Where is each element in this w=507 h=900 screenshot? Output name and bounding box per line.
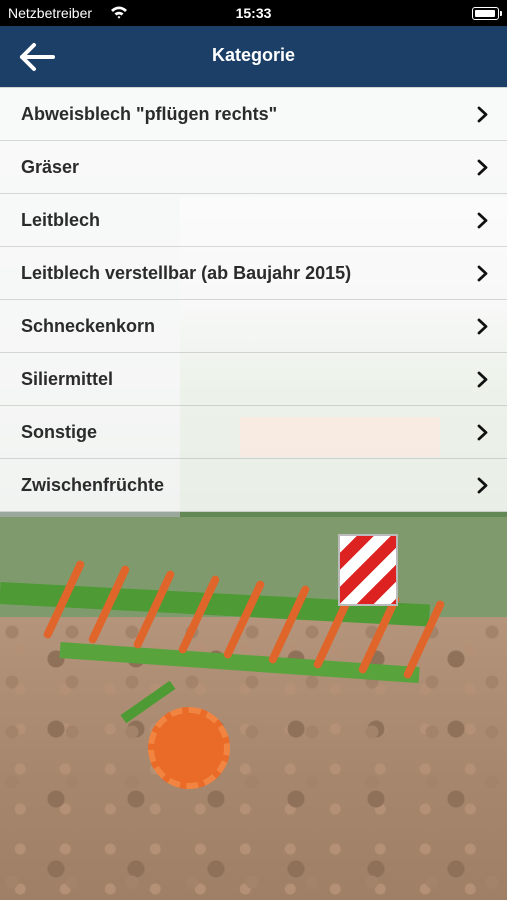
category-row-sonstige[interactable]: Sonstige bbox=[0, 406, 507, 459]
category-label: Siliermittel bbox=[21, 369, 114, 389]
category-label: Leitblech bbox=[21, 210, 101, 230]
category-label: Sonstige bbox=[21, 422, 98, 442]
category-row-siliermittel[interactable]: Siliermittel bbox=[0, 353, 507, 406]
chevron-right-icon bbox=[477, 159, 488, 176]
chevron-right-icon bbox=[477, 424, 488, 441]
category-row-leitblech[interactable]: Leitblech bbox=[0, 194, 507, 247]
chevron-right-icon bbox=[477, 318, 488, 335]
category-label: Leitblech verstellbar (ab Baujahr 2015) bbox=[21, 263, 352, 283]
chevron-right-icon bbox=[477, 265, 488, 282]
navigation-bar: Kategorie bbox=[0, 26, 507, 87]
category-row-leitblech-verstellbar[interactable]: Leitblech verstellbar (ab Baujahr 2015) bbox=[0, 247, 507, 300]
battery-icon bbox=[472, 7, 502, 20]
category-label: Schneckenkorn bbox=[21, 316, 156, 336]
page-title: Kategorie bbox=[211, 45, 296, 65]
back-arrow-icon[interactable] bbox=[18, 40, 58, 74]
category-row-graeser[interactable]: Gräser bbox=[0, 141, 507, 194]
category-list: Abweisblech "pflügen rechts" Gräser Leit… bbox=[0, 88, 507, 512]
chevron-right-icon bbox=[477, 371, 488, 388]
category-label: Gräser bbox=[21, 157, 80, 177]
category-row-abweisblech[interactable]: Abweisblech "pflügen rechts" bbox=[0, 88, 507, 141]
chevron-right-icon bbox=[477, 477, 488, 494]
clock: 15:33 bbox=[235, 5, 272, 21]
category-row-zwischenfruechte[interactable]: Zwischenfrüchte bbox=[0, 459, 507, 512]
category-label: Zwischenfrüchte bbox=[21, 475, 165, 495]
chevron-right-icon bbox=[477, 212, 488, 229]
status-bar: Netzbetreiber 15:33 bbox=[0, 0, 507, 26]
chevron-right-icon bbox=[477, 106, 488, 123]
category-label: Abweisblech "pflügen rechts" bbox=[21, 104, 278, 124]
category-row-schneckenkorn[interactable]: Schneckenkorn bbox=[0, 300, 507, 353]
